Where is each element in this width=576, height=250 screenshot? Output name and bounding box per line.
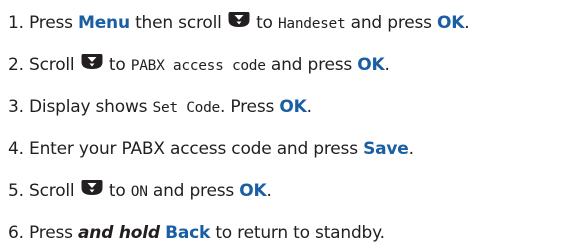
back-key-label: Back [165, 223, 211, 243]
step-text: then scroll [135, 13, 222, 33]
step-number: 4. [8, 139, 24, 159]
step-text: to return to standby. [215, 223, 385, 243]
ok-key-label: OK [357, 55, 385, 75]
step-text: Press [29, 223, 73, 243]
step-text: and press [270, 55, 353, 75]
display-text-on: ON [130, 184, 148, 200]
emphasis-and-hold: and hold [78, 223, 160, 243]
ok-key-label: OK [239, 181, 267, 201]
scroll-nav-key-icon [228, 11, 250, 28]
step-text: Display shows [29, 97, 148, 117]
step-text: . Press [219, 97, 275, 117]
step-1: 1. Press Menu then scroll to Handeset an… [8, 11, 470, 33]
step-text: to [256, 13, 273, 33]
menu-key-label: Menu [78, 13, 130, 33]
scroll-nav-key-icon [81, 53, 103, 70]
step-text: and press [152, 181, 235, 201]
step-number: 1. [8, 13, 24, 33]
step-text: and press [350, 13, 432, 33]
step-text: Enter your PABX access code and press [29, 139, 358, 159]
step-2: 2. Scroll to PABX access code and press … [8, 53, 390, 75]
save-key-label: Save [363, 139, 409, 159]
step-number: 6. [8, 223, 24, 243]
step-text: to [108, 181, 126, 201]
step-5: 5. Scroll to ON and press OK. [8, 179, 272, 201]
step-6: 6. Press and hold Back to return to stan… [8, 220, 385, 246]
step-text: Scroll [29, 181, 75, 201]
step-number: 5. [8, 181, 24, 201]
step-3: 3. Display shows Set Code. Press OK. [8, 97, 312, 117]
step-number: 2. [8, 55, 24, 75]
display-text-set-code: Set Code [152, 100, 221, 116]
scroll-nav-key-icon [81, 179, 103, 196]
display-text-handset: Handeset [277, 16, 346, 32]
display-text-pabx-access-code: PABX access code [130, 58, 266, 74]
ok-key-label: OK [437, 13, 465, 33]
step-text: Scroll [29, 55, 75, 75]
ok-key-label: OK [279, 97, 307, 117]
step-4: 4. Enter your PABX access code and press… [8, 139, 414, 159]
step-text: Press [29, 13, 73, 33]
step-number: 3. [8, 97, 24, 117]
step-text: to [108, 55, 126, 75]
